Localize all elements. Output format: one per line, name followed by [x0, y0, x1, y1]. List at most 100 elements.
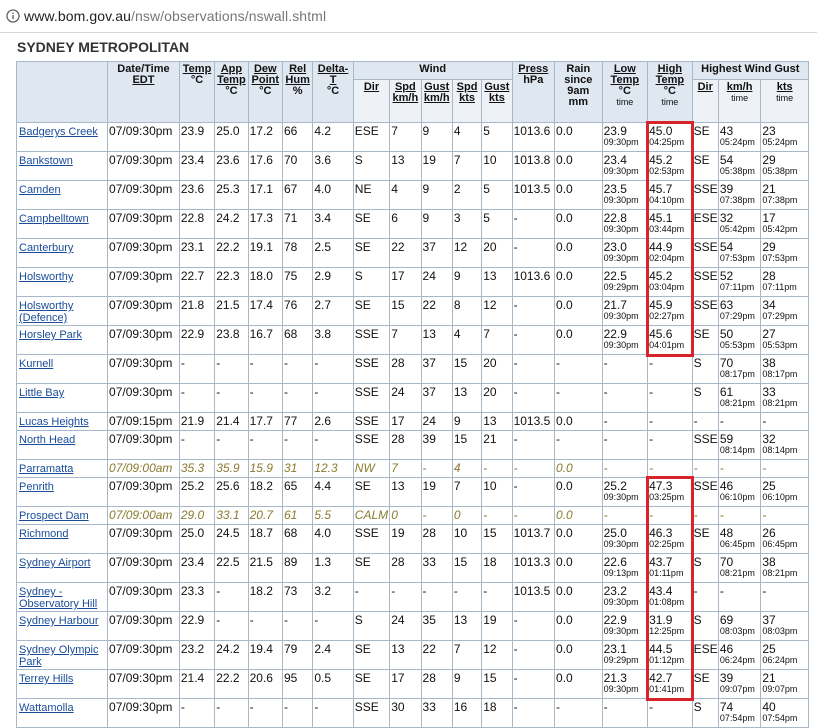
cell-low-temp: -	[601, 459, 649, 478]
cell-dt: 07/09:30pm	[107, 180, 180, 210]
station-cell: Sydney Harbour	[15, 611, 109, 641]
header-wind-dir[interactable]: Dir	[352, 79, 391, 123]
cell-dew: -	[247, 354, 283, 384]
station-link[interactable]: Sydney Harbour	[19, 615, 99, 627]
header-dew-point[interactable]: Dew Point °C	[247, 61, 283, 123]
header-datetime[interactable]: Date/Time EDT	[107, 61, 180, 123]
header-station	[15, 61, 109, 123]
station-link[interactable]: Campbelltown	[19, 213, 89, 225]
cell-dt: 07/09:30pm	[107, 611, 180, 641]
table-row: Penrith 07/09:30pm 25.2 25.6 18.2 65 4.4 SE 13 19…	[15, 477, 809, 507]
station-link[interactable]: Little Bay	[19, 387, 64, 399]
low-temp-value: 25.2	[603, 479, 627, 493]
cell-app: 23.8	[214, 325, 249, 355]
cell-gkts: 34 07:29pm	[760, 296, 809, 326]
header-app-temp[interactable]: App Temp °C	[214, 61, 249, 123]
header-wind-gust-kts[interactable]: Gust kts	[481, 79, 513, 123]
gkts-value: 17	[762, 211, 776, 225]
station-link[interactable]: Horsley Park	[19, 329, 82, 341]
station-link[interactable]: Wattamolla	[19, 702, 74, 714]
station-link[interactable]: Sydney Airport	[19, 557, 91, 569]
table-row: Wattamolla 07/09:30pm - - - - - SSE 30 33 16 18- - - -…	[15, 698, 809, 728]
url-text[interactable]: www.bom.gov.au/nsw/observations/nswall.s…	[24, 8, 326, 24]
station-link[interactable]: Lucas Heights	[19, 416, 89, 428]
cell-rain: 0.0	[554, 459, 603, 478]
high-temp-value: 31.9	[649, 613, 673, 627]
cell-spd: 13	[389, 151, 422, 181]
header-press[interactable]: Press hPa	[511, 61, 556, 123]
gkts-value: 21	[762, 182, 776, 196]
low-temp-value: -	[603, 414, 608, 428]
station-link[interactable]: Holsworthy (Defence)	[19, 300, 73, 324]
cell-dt: 07/09:30pm	[107, 122, 180, 152]
station-link[interactable]: Bankstown	[19, 155, 73, 167]
cell-spd: 13	[389, 477, 422, 507]
station-link[interactable]: Parramatta	[19, 463, 73, 475]
header-temp[interactable]: Temp °C	[178, 61, 216, 123]
cell-app: -	[214, 383, 249, 413]
cell-dew: 17.4	[247, 296, 283, 326]
cell-gkmh: 54 05:38pm	[717, 151, 762, 181]
station-link[interactable]: Prospect Dam	[19, 510, 89, 522]
low-temp-value: 21.7	[603, 298, 627, 312]
high-temp-value: 45.0	[649, 124, 673, 138]
header-wind-gust[interactable]: Gust km/h	[420, 79, 453, 123]
cell-gkts: 17 05:42pm	[760, 209, 809, 239]
cell-spd: 22	[389, 238, 422, 268]
cell-spd: 28	[389, 430, 422, 460]
gkts-time: 05:38pm	[762, 166, 798, 176]
station-link[interactable]: Terrey Hills	[19, 673, 73, 685]
gkts-time: 08:14pm	[762, 445, 798, 455]
cell-spd: 17	[389, 267, 422, 297]
header-gust-kts[interactable]: kts time	[760, 79, 809, 123]
cell-gust-dir: ESE	[691, 640, 719, 670]
header-delta-t[interactable]: Delta- T °C	[312, 61, 354, 123]
cell-rain: -	[554, 698, 603, 728]
station-link[interactable]: Badgerys Creek	[19, 126, 98, 138]
station-link[interactable]: Canterbury	[19, 242, 73, 254]
low-temp-value: 23.9	[603, 124, 627, 138]
cell-gkmh: 52 07:11pm	[717, 267, 762, 297]
cell-dt: 07/09:00am	[107, 459, 180, 478]
station-link[interactable]: Sydney Olympic Park	[19, 644, 98, 668]
station-link[interactable]: Sydney - Observatory Hill	[19, 586, 97, 610]
address-bar[interactable]: www.bom.gov.au/nsw/observations/nswall.s…	[0, 0, 817, 33]
station-link[interactable]: Richmond	[19, 528, 69, 540]
cell-low-temp: 23.9 09:30pm	[601, 122, 649, 152]
cell-dt: 07/09:30pm	[107, 209, 180, 239]
cell-rain: 0.0	[554, 477, 603, 507]
cell-gkmh: -	[717, 412, 762, 431]
cell-rain: 0.0	[554, 553, 603, 583]
header-gust-dir[interactable]: Dir	[691, 79, 719, 123]
cell-delta: 5.5	[312, 506, 354, 525]
cell-spdk: 4	[451, 325, 483, 355]
cell-high-temp: -	[647, 354, 693, 384]
station-link[interactable]: Holsworthy	[19, 271, 73, 283]
cell-spd: 17	[389, 412, 422, 431]
header-high-temp[interactable]: High Temp °C time	[647, 61, 693, 123]
cell-temp: 29.0	[178, 506, 216, 525]
cell-gustk: 10	[481, 151, 513, 181]
station-link[interactable]: Camden	[19, 184, 61, 196]
cell-rh: 68	[281, 524, 314, 554]
gkmh-time: 05:53pm	[719, 340, 755, 350]
header-gust-kmh[interactable]: km/h time	[717, 79, 762, 123]
header-low-temp[interactable]: Low Temp °C time	[601, 61, 649, 123]
cell-temp: 22.9	[178, 325, 216, 355]
station-link[interactable]: Kurnell	[19, 358, 53, 370]
table-row: Badgerys Creek 07/09:30pm 23.9 25.0 17.2 66 4.…	[15, 122, 809, 152]
cell-spdk: -	[451, 582, 483, 612]
cell-delta: -	[312, 698, 354, 728]
header-rel-hum[interactable]: Rel Hum%	[281, 61, 314, 123]
gkmh-value: 39	[719, 671, 734, 685]
station-link[interactable]: Penrith	[19, 481, 54, 493]
header-wind-spd-kts[interactable]: Spd kts	[451, 79, 483, 123]
station-link[interactable]: North Head	[19, 434, 75, 446]
header-wind-spd[interactable]: Spd km/h	[389, 79, 422, 123]
info-icon[interactable]	[6, 9, 20, 23]
gkmh-time: 07:29pm	[719, 311, 755, 321]
cell-spdk: 13	[451, 383, 483, 413]
cell-gustk: -	[481, 506, 513, 525]
cell-app: 25.3	[214, 180, 249, 210]
cell-gkts: -	[760, 459, 809, 478]
